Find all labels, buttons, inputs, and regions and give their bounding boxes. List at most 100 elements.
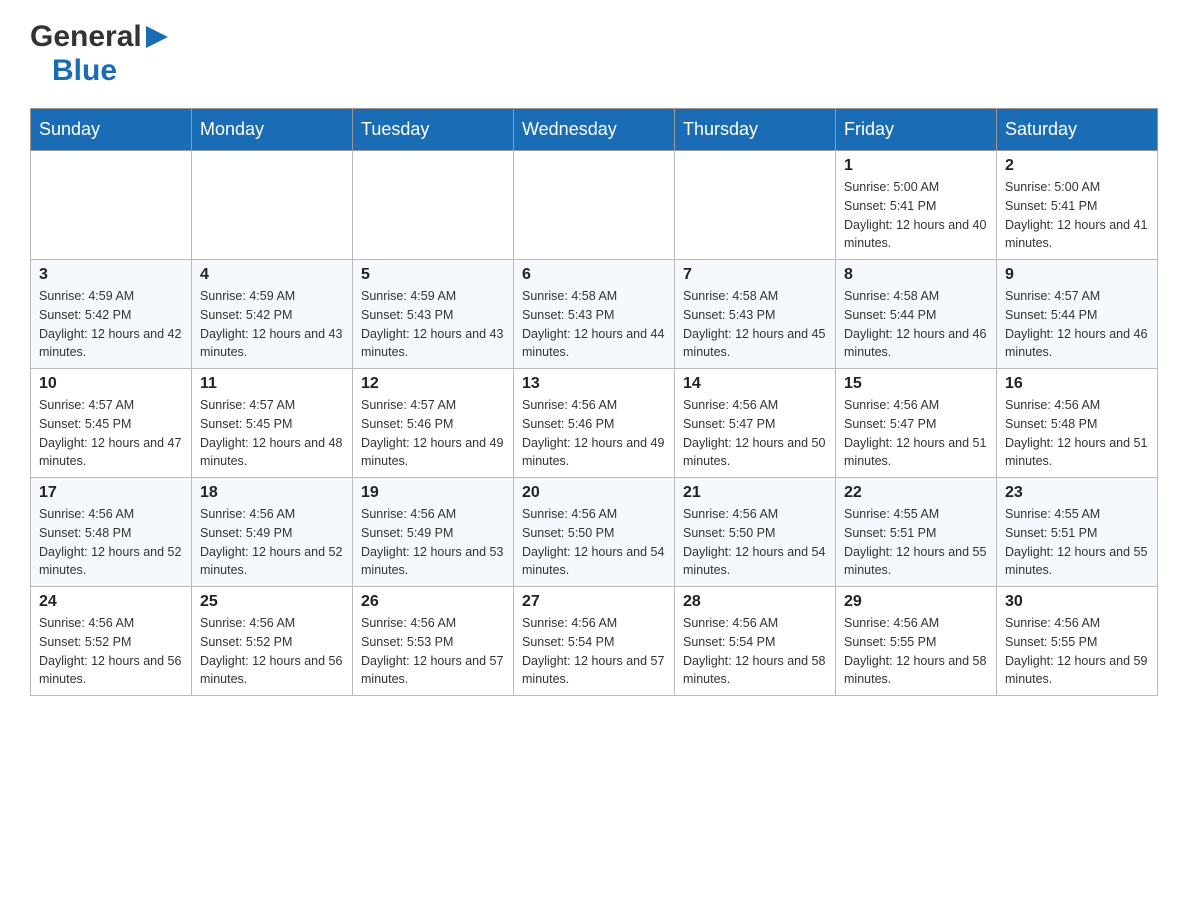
- logo-arrow-icon: [146, 26, 168, 53]
- day-number: 28: [683, 593, 827, 611]
- day-number: 26: [361, 593, 505, 611]
- calendar-day-cell: 10 Sunrise: 4:57 AMSunset: 5:45 PMDayligh…: [31, 369, 192, 478]
- day-info: Sunrise: 4:56 AMSunset: 5:52 PMDaylight:…: [200, 614, 344, 689]
- calendar-week-row: 1 Sunrise: 5:00 AMSunset: 5:41 PMDaylight…: [31, 151, 1158, 260]
- day-info: Sunrise: 4:55 AMSunset: 5:51 PMDaylight:…: [844, 505, 988, 580]
- calendar-week-row: 10 Sunrise: 4:57 AMSunset: 5:45 PMDayligh…: [31, 369, 1158, 478]
- day-info: Sunrise: 4:56 AMSunset: 5:55 PMDaylight:…: [844, 614, 988, 689]
- calendar-week-row: 24 Sunrise: 4:56 AMSunset: 5:52 PMDayligh…: [31, 587, 1158, 696]
- logo-blue-text: Blue: [52, 54, 117, 87]
- day-number: 9: [1005, 266, 1149, 284]
- calendar-day-cell: 20Sunrise: 4:56 AMSunset: 5:50 PMDayligh…: [514, 478, 675, 587]
- col-monday: Monday: [192, 109, 353, 151]
- calendar-day-cell: 25 Sunrise: 4:56 AMSunset: 5:52 PMDayligh…: [192, 587, 353, 696]
- day-info: Sunrise: 4:56 AMSunset: 5:48 PMDaylight:…: [1005, 396, 1149, 471]
- day-info: Sunrise: 5:00 AMSunset: 5:41 PMDaylight:…: [1005, 178, 1149, 253]
- day-number: 29: [844, 593, 988, 611]
- calendar-day-cell: 13 Sunrise: 4:56 AMSunset: 5:46 PMDayligh…: [514, 369, 675, 478]
- day-number: 27: [522, 593, 666, 611]
- day-number: 23: [1005, 484, 1149, 502]
- day-info: Sunrise: 4:56 AMSunset: 5:50 PMDaylight:…: [683, 505, 827, 580]
- day-info: Sunrise: 4:57 AMSunset: 5:46 PMDaylight:…: [361, 396, 505, 471]
- col-thursday: Thursday: [675, 109, 836, 151]
- day-number: 2: [1005, 157, 1149, 175]
- calendar-day-cell: 6 Sunrise: 4:58 AMSunset: 5:43 PMDaylight…: [514, 260, 675, 369]
- day-number: 16: [1005, 375, 1149, 393]
- day-info: Sunrise: 4:59 AMSunset: 5:42 PMDaylight:…: [39, 287, 183, 362]
- day-number: 6: [522, 266, 666, 284]
- calendar-day-cell: [514, 151, 675, 260]
- calendar-day-cell: 23Sunrise: 4:55 AMSunset: 5:51 PMDayligh…: [997, 478, 1158, 587]
- day-number: 5: [361, 266, 505, 284]
- day-number: 21: [683, 484, 827, 502]
- calendar-day-cell: 12 Sunrise: 4:57 AMSunset: 5:46 PMDayligh…: [353, 369, 514, 478]
- col-saturday: Saturday: [997, 109, 1158, 151]
- day-number: 12: [361, 375, 505, 393]
- day-info: Sunrise: 4:58 AMSunset: 5:44 PMDaylight:…: [844, 287, 988, 362]
- logo-general-text: General: [30, 20, 142, 54]
- col-sunday: Sunday: [31, 109, 192, 151]
- day-info: Sunrise: 4:56 AMSunset: 5:52 PMDaylight:…: [39, 614, 183, 689]
- calendar-day-cell: 3 Sunrise: 4:59 AMSunset: 5:42 PMDaylight…: [31, 260, 192, 369]
- calendar-day-cell: 21 Sunrise: 4:56 AMSunset: 5:50 PMDayligh…: [675, 478, 836, 587]
- calendar-day-cell: 1 Sunrise: 5:00 AMSunset: 5:41 PMDaylight…: [836, 151, 997, 260]
- day-number: 14: [683, 375, 827, 393]
- day-info: Sunrise: 4:59 AMSunset: 5:42 PMDaylight:…: [200, 287, 344, 362]
- day-number: 19: [361, 484, 505, 502]
- day-info: Sunrise: 4:56 AMSunset: 5:53 PMDaylight:…: [361, 614, 505, 689]
- calendar-day-cell: 30Sunrise: 4:56 AMSunset: 5:55 PMDayligh…: [997, 587, 1158, 696]
- calendar-day-cell: [31, 151, 192, 260]
- day-info: Sunrise: 4:57 AMSunset: 5:45 PMDaylight:…: [39, 396, 183, 471]
- day-info: Sunrise: 4:56 AMSunset: 5:54 PMDaylight:…: [683, 614, 827, 689]
- col-wednesday: Wednesday: [514, 109, 675, 151]
- calendar-day-cell: 27 Sunrise: 4:56 AMSunset: 5:54 PMDayligh…: [514, 587, 675, 696]
- day-number: 13: [522, 375, 666, 393]
- page-header: General Blue: [30, 20, 1158, 88]
- calendar-day-cell: 5 Sunrise: 4:59 AMSunset: 5:43 PMDaylight…: [353, 260, 514, 369]
- calendar-day-cell: 17Sunrise: 4:56 AMSunset: 5:48 PMDayligh…: [31, 478, 192, 587]
- col-friday: Friday: [836, 109, 997, 151]
- calendar-day-cell: 26 Sunrise: 4:56 AMSunset: 5:53 PMDayligh…: [353, 587, 514, 696]
- day-info: Sunrise: 4:56 AMSunset: 5:46 PMDaylight:…: [522, 396, 666, 471]
- day-info: Sunrise: 4:56 AMSunset: 5:49 PMDaylight:…: [200, 505, 344, 580]
- calendar-day-cell: 18 Sunrise: 4:56 AMSunset: 5:49 PMDayligh…: [192, 478, 353, 587]
- day-number: 10: [39, 375, 183, 393]
- day-number: 20: [522, 484, 666, 502]
- day-number: 4: [200, 266, 344, 284]
- calendar-day-cell: [353, 151, 514, 260]
- day-info: Sunrise: 5:00 AMSunset: 5:41 PMDaylight:…: [844, 178, 988, 253]
- day-number: 15: [844, 375, 988, 393]
- day-number: 18: [200, 484, 344, 502]
- calendar-day-cell: 19Sunrise: 4:56 AMSunset: 5:49 PMDayligh…: [353, 478, 514, 587]
- calendar-day-cell: [675, 151, 836, 260]
- day-info: Sunrise: 4:57 AMSunset: 5:44 PMDaylight:…: [1005, 287, 1149, 362]
- calendar-week-row: 17Sunrise: 4:56 AMSunset: 5:48 PMDayligh…: [31, 478, 1158, 587]
- calendar-header-row: Sunday Monday Tuesday Wednesday Thursday…: [31, 109, 1158, 151]
- calendar-day-cell: 28 Sunrise: 4:56 AMSunset: 5:54 PMDayligh…: [675, 587, 836, 696]
- calendar-day-cell: 22 Sunrise: 4:55 AMSunset: 5:51 PMDayligh…: [836, 478, 997, 587]
- day-number: 1: [844, 157, 988, 175]
- day-info: Sunrise: 4:56 AMSunset: 5:54 PMDaylight:…: [522, 614, 666, 689]
- day-number: 22: [844, 484, 988, 502]
- calendar-day-cell: 29 Sunrise: 4:56 AMSunset: 5:55 PMDayligh…: [836, 587, 997, 696]
- day-number: 7: [683, 266, 827, 284]
- day-number: 24: [39, 593, 183, 611]
- day-info: Sunrise: 4:58 AMSunset: 5:43 PMDaylight:…: [683, 287, 827, 362]
- day-info: Sunrise: 4:56 AMSunset: 5:55 PMDaylight:…: [1005, 614, 1149, 689]
- calendar-day-cell: 7 Sunrise: 4:58 AMSunset: 5:43 PMDaylight…: [675, 260, 836, 369]
- col-tuesday: Tuesday: [353, 109, 514, 151]
- calendar-table: Sunday Monday Tuesday Wednesday Thursday…: [30, 108, 1158, 696]
- day-number: 25: [200, 593, 344, 611]
- day-number: 11: [200, 375, 344, 393]
- day-info: Sunrise: 4:58 AMSunset: 5:43 PMDaylight:…: [522, 287, 666, 362]
- day-number: 3: [39, 266, 183, 284]
- day-number: 17: [39, 484, 183, 502]
- calendar-week-row: 3 Sunrise: 4:59 AMSunset: 5:42 PMDaylight…: [31, 260, 1158, 369]
- calendar-day-cell: 4 Sunrise: 4:59 AMSunset: 5:42 PMDaylight…: [192, 260, 353, 369]
- day-info: Sunrise: 4:59 AMSunset: 5:43 PMDaylight:…: [361, 287, 505, 362]
- calendar-day-cell: [192, 151, 353, 260]
- day-number: 8: [844, 266, 988, 284]
- day-info: Sunrise: 4:57 AMSunset: 5:45 PMDaylight:…: [200, 396, 344, 471]
- calendar-day-cell: 16 Sunrise: 4:56 AMSunset: 5:48 PMDayligh…: [997, 369, 1158, 478]
- calendar-day-cell: 24 Sunrise: 4:56 AMSunset: 5:52 PMDayligh…: [31, 587, 192, 696]
